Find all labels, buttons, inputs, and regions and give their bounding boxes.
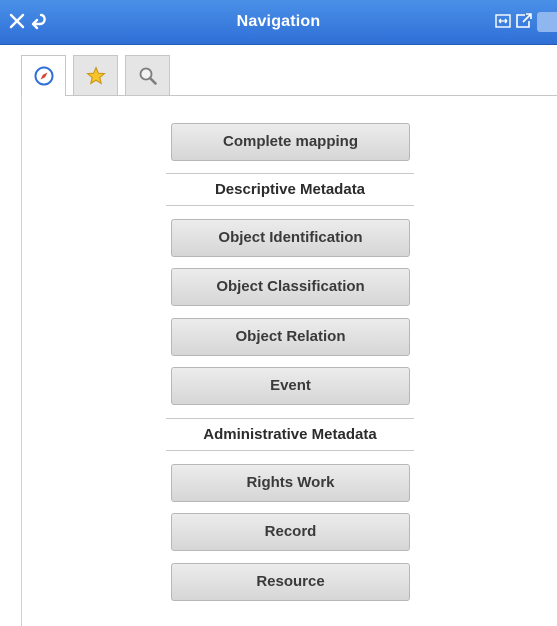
rights-work-button[interactable]: Rights Work: [171, 464, 410, 502]
undock-arrow-icon[interactable]: [28, 10, 50, 32]
resource-button[interactable]: Resource: [171, 563, 410, 601]
descriptive-metadata-header: Descriptive Metadata: [166, 173, 414, 206]
administrative-metadata-header: Administrative Metadata: [166, 418, 414, 451]
record-button[interactable]: Record: [171, 513, 410, 551]
object-classification-button[interactable]: Object Classification: [171, 268, 410, 306]
expand-icon[interactable]: [495, 14, 511, 28]
tab-favorites[interactable]: [73, 55, 118, 95]
close-icon[interactable]: [6, 10, 28, 32]
tab-search[interactable]: [125, 55, 170, 95]
tab-baseline: [21, 95, 557, 96]
tab-navigation[interactable]: [21, 55, 66, 96]
object-relation-button[interactable]: Object Relation: [171, 318, 410, 356]
window-titlebar: Navigation: [0, 0, 557, 45]
compass-icon: [34, 66, 53, 86]
magnifier-icon: [139, 67, 157, 85]
complete-mapping-button[interactable]: Complete mapping: [171, 123, 410, 161]
scrollbar-stub: [537, 12, 557, 32]
panel-left-border: [21, 95, 22, 626]
object-identification-button[interactable]: Object Identification: [171, 219, 410, 257]
window-title: Navigation: [236, 13, 321, 30]
event-button[interactable]: Event: [171, 367, 410, 405]
popout-icon[interactable]: [515, 12, 533, 29]
star-icon: [85, 65, 106, 85]
